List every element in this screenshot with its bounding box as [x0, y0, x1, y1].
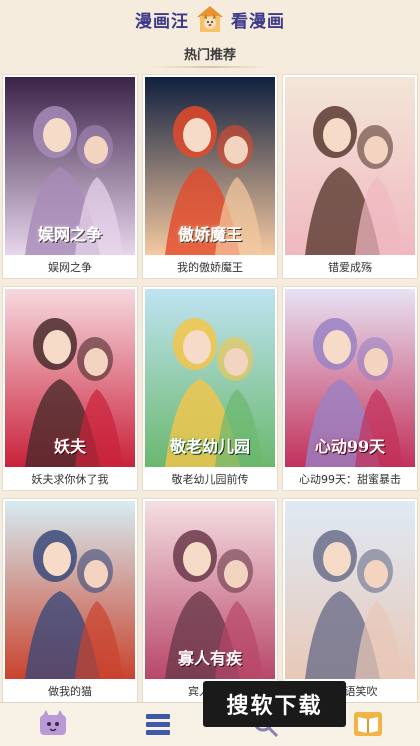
- cover-title-text: 妖夫: [53, 437, 86, 456]
- comic-card[interactable]: 傲娇魔王我的傲娇魔王: [142, 74, 278, 279]
- comic-card[interactable]: 妖夫 妖夫求你休了我: [2, 286, 138, 491]
- comic-card[interactable]: 心动99天心动99天：甜蜜暴击: [282, 286, 418, 491]
- comic-grid: 娱网之争 娱网之争 傲娇魔王 我的傲娇魔王 错爱成殇 妖夫 妖夫求你休了我 敬老幼儿园 敬老幼儿…: [2, 74, 418, 702]
- comic-title[interactable]: 心动99天：甜蜜暴击: [283, 471, 417, 487]
- comic-card[interactable]: 做我的猫: [2, 498, 138, 702]
- comic-title[interactable]: 我的傲娇魔王: [143, 259, 277, 275]
- dog-house-logo-icon: [195, 4, 225, 34]
- comic-cover-image[interactable]: [285, 501, 415, 679]
- comic-cover-image[interactable]: 敬老幼儿园: [145, 289, 275, 467]
- comic-title[interactable]: 敬老幼儿园前传: [143, 471, 277, 487]
- comic-title[interactable]: 错爱成殇: [283, 259, 417, 275]
- comic-cover-image[interactable]: 娱网之争: [5, 77, 135, 255]
- comic-card[interactable]: 娱网之争 娱网之争: [2, 74, 138, 279]
- comic-title[interactable]: 做我的猫: [3, 683, 137, 699]
- cover-title-text: 敬老幼儿园: [169, 437, 250, 456]
- comic-card[interactable]: 霍爷语笑吹: [282, 498, 418, 702]
- comic-cover-image[interactable]: 心动99天: [285, 289, 415, 467]
- comic-cover-image[interactable]: 傲娇魔王: [145, 77, 275, 255]
- brand-right-text: 看漫画: [231, 11, 285, 32]
- comic-card[interactable]: 寡人有疾宾人有疾: [142, 498, 278, 702]
- comic-cover-image[interactable]: 妖夫: [5, 289, 135, 467]
- nav-bookshelf-book-icon[interactable]: [353, 709, 383, 739]
- brand-left-text: 漫画汪: [135, 11, 189, 32]
- cover-title-text: 心动99天: [314, 437, 386, 456]
- comic-card[interactable]: 错爱成殇: [282, 74, 418, 279]
- watermark-banner: 搜软下载: [203, 681, 346, 727]
- comic-title[interactable]: 娱网之争: [3, 259, 137, 275]
- section-title: 热门推荐: [183, 48, 236, 63]
- comic-title[interactable]: 妖夫求你休了我: [3, 471, 137, 487]
- section-divider: [150, 66, 270, 68]
- cover-title-text: 娱网之争: [37, 225, 102, 244]
- comic-cover-image[interactable]: [285, 77, 415, 255]
- app-header: 漫画汪 看漫画: [0, 0, 420, 38]
- cover-title-text: 傲娇魔王: [177, 225, 242, 244]
- comic-cover-image[interactable]: [5, 501, 135, 679]
- comic-card[interactable]: 敬老幼儿园敬老幼儿园前传: [142, 286, 278, 491]
- watermark-text: 搜软下载: [226, 694, 323, 719]
- cover-title-text: 寡人有疾: [177, 649, 242, 668]
- nav-home-cat-face-icon[interactable]: [38, 709, 68, 739]
- nav-category-list-icon[interactable]: [143, 709, 173, 739]
- comic-cover-image[interactable]: 寡人有疾: [145, 501, 275, 679]
